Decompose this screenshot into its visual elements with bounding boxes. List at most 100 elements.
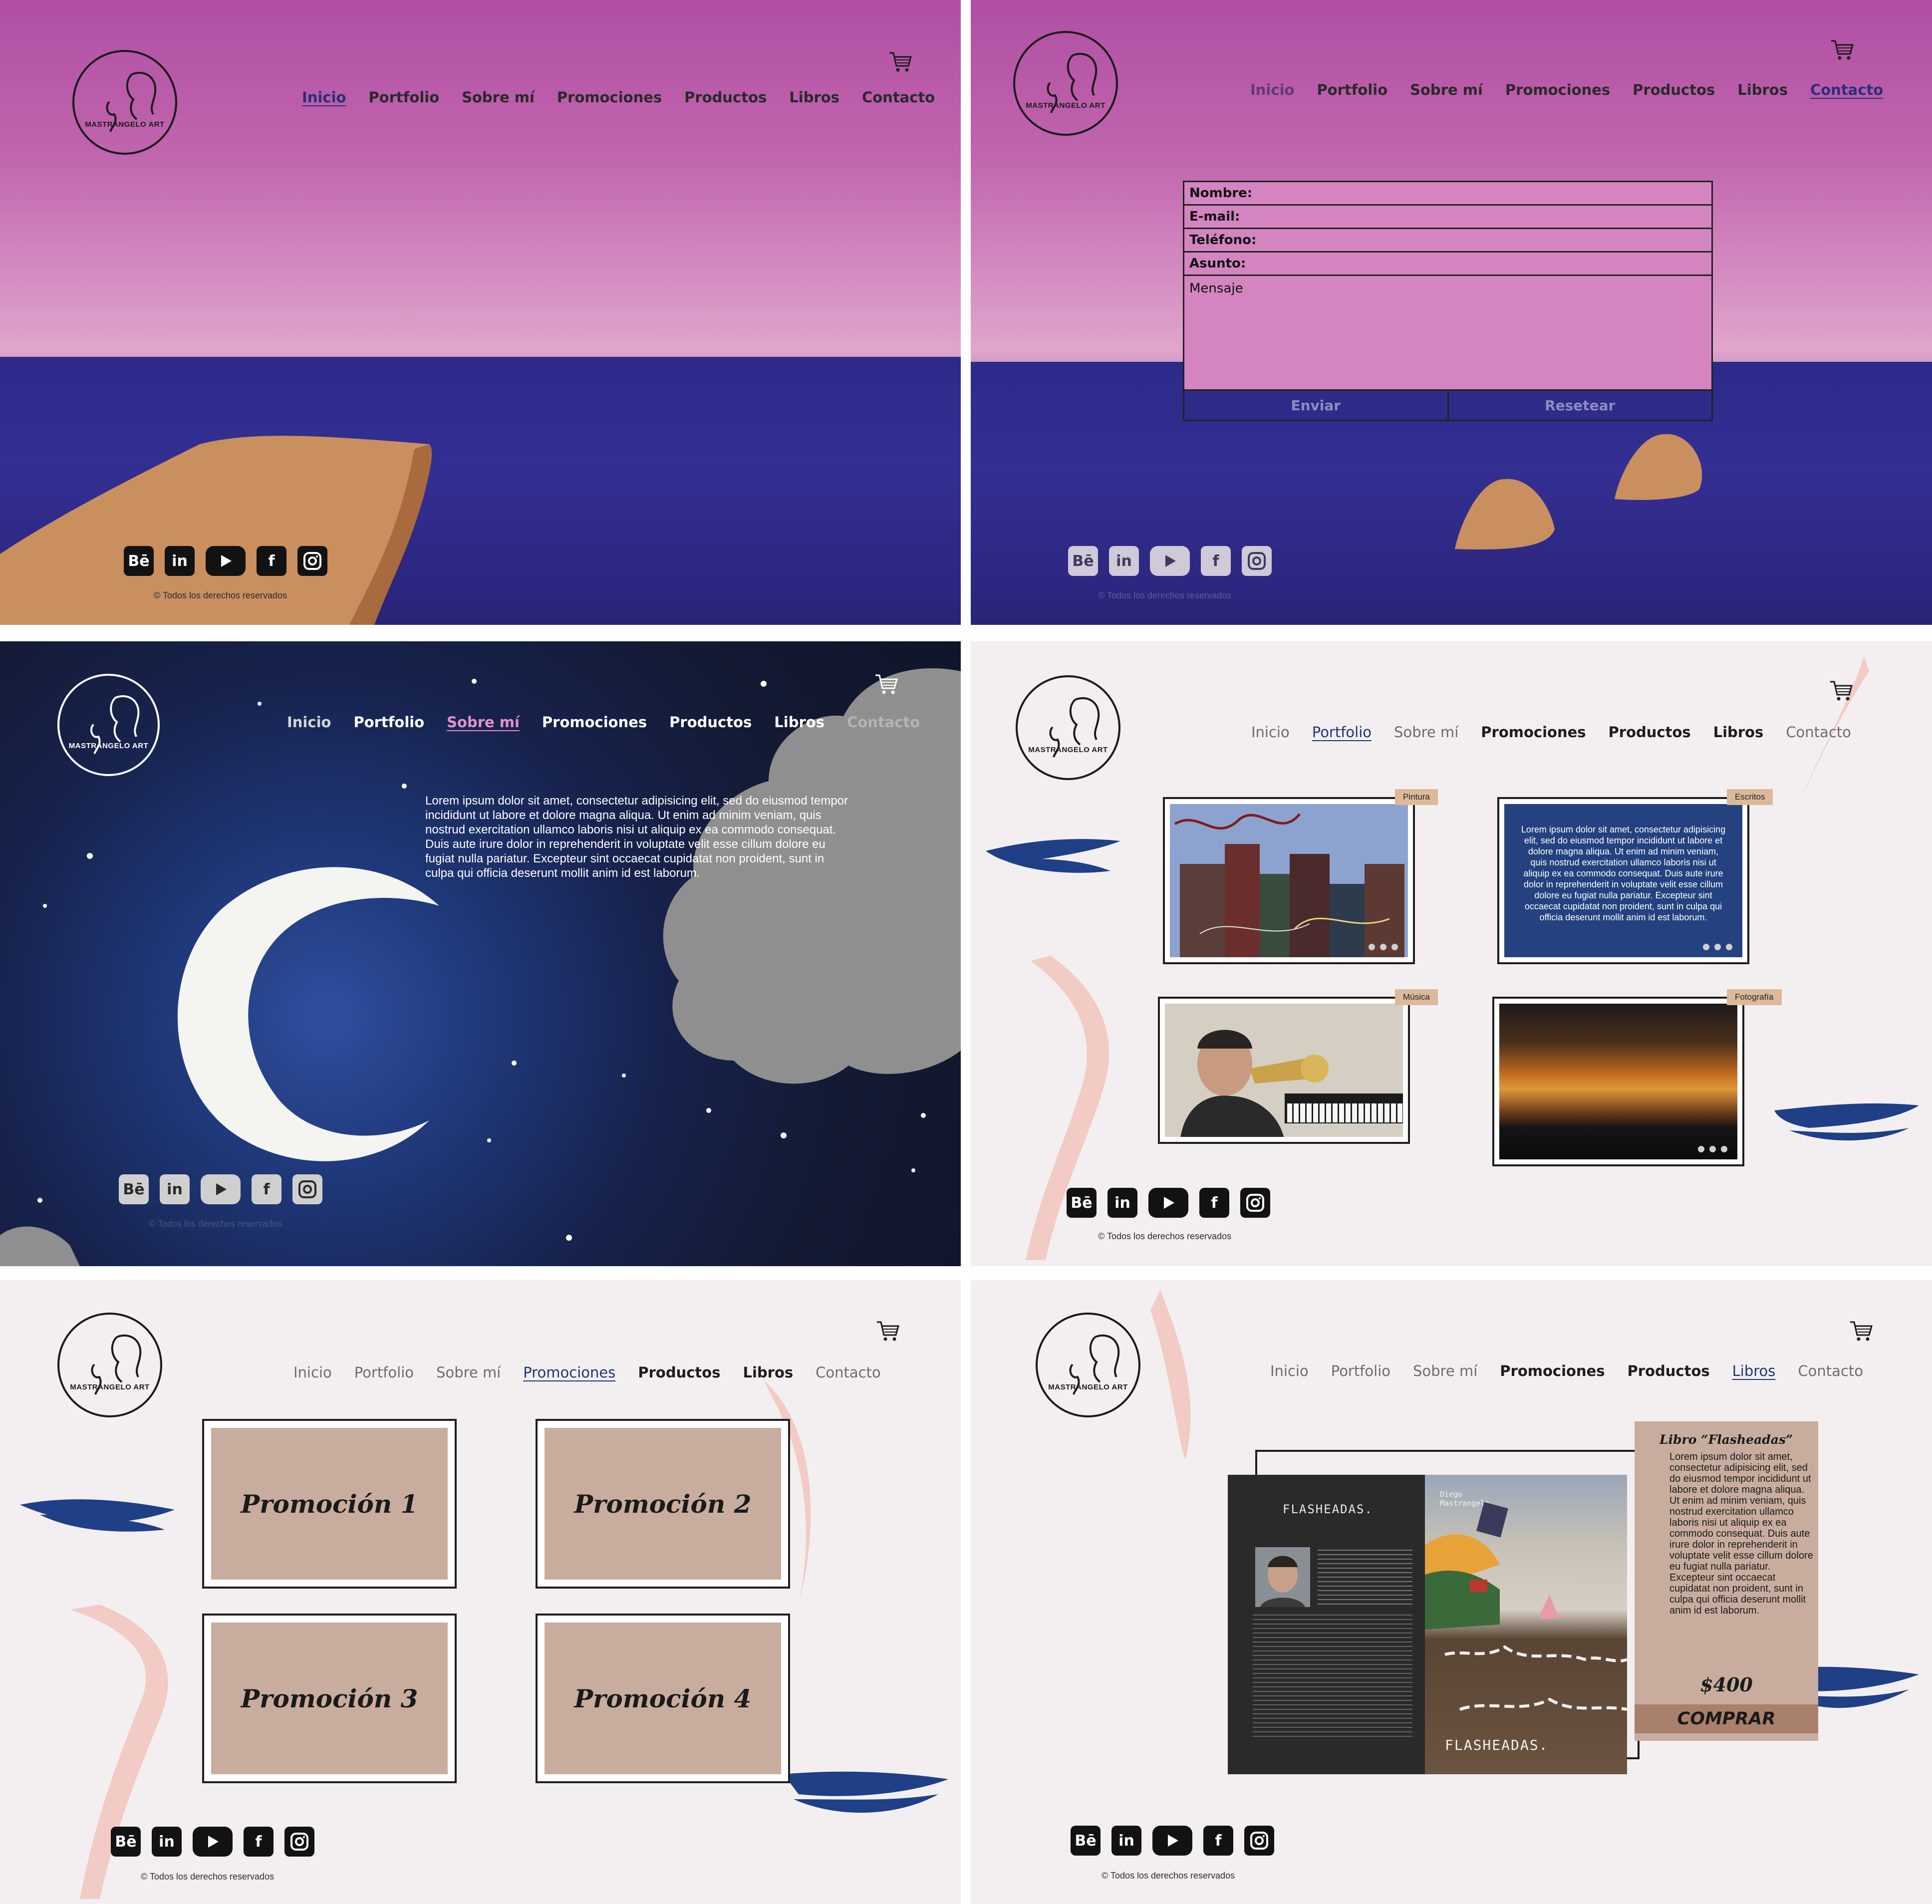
nav-inicio[interactable]: Inicio (1250, 81, 1294, 98)
nav-productos[interactable]: Productos (1609, 724, 1691, 741)
nav-promociones[interactable]: Promociones (523, 1364, 615, 1381)
facebook-icon[interactable]: f (257, 546, 286, 576)
nav-sobre-mi[interactable]: Sobre mí (1413, 1362, 1477, 1379)
nav-promociones[interactable]: Promociones (542, 714, 647, 731)
logo[interactable]: MASTRANGELO ART (72, 50, 177, 155)
behance-icon[interactable]: Bē (124, 546, 154, 576)
behance-icon[interactable]: Bē (1067, 1188, 1097, 1218)
behance-icon[interactable]: Bē (1071, 1826, 1101, 1856)
instagram-icon[interactable] (284, 1827, 314, 1857)
buy-button[interactable]: COMPRAR (1635, 1704, 1818, 1733)
promo-card-3[interactable]: Promoción 3 (202, 1614, 457, 1783)
submit-button[interactable]: Enviar (1184, 391, 1449, 420)
message-field[interactable]: Mensaje (1184, 276, 1711, 391)
facebook-icon[interactable]: f (244, 1827, 274, 1857)
nav-productos[interactable]: Productos (638, 1364, 720, 1381)
youtube-icon[interactable] (201, 1174, 241, 1204)
youtube-icon[interactable] (206, 546, 246, 576)
instagram-icon[interactable] (1244, 1826, 1274, 1856)
linkedin-icon[interactable]: in (165, 546, 195, 576)
portfolio-card-pintura[interactable] (1163, 797, 1415, 964)
behance-icon[interactable]: Bē (119, 1174, 149, 1204)
portfolio-card-escritos[interactable]: Lorem ipsum dolor sit amet, consectetur … (1497, 797, 1749, 964)
cart-icon[interactable] (888, 50, 912, 74)
facebook-icon[interactable]: f (1199, 1188, 1229, 1218)
nav-sobre-mi[interactable]: Sobre mí (462, 89, 535, 106)
facebook-icon[interactable]: f (1201, 546, 1231, 576)
nav-promociones[interactable]: Promociones (1481, 724, 1586, 741)
linkedin-icon[interactable]: in (1109, 546, 1139, 576)
subject-field[interactable]: Asunto: (1184, 253, 1711, 276)
nav-contacto[interactable]: Contacto (847, 714, 920, 731)
nav-contacto[interactable]: Contacto (862, 89, 935, 106)
instagram-icon[interactable] (292, 1174, 322, 1204)
cart-icon[interactable] (1849, 1319, 1873, 1343)
nav-sobre-mi[interactable]: Sobre mí (447, 714, 520, 731)
nav-portfolio[interactable]: Portfolio (354, 1364, 414, 1381)
behance-icon[interactable]: Bē (1068, 546, 1098, 576)
nav-sobre-mi[interactable]: Sobre mí (1394, 724, 1458, 741)
name-field[interactable]: Nombre: (1184, 182, 1711, 206)
nav-contacto[interactable]: Contacto (816, 1364, 881, 1381)
linkedin-icon[interactable]: in (160, 1174, 190, 1204)
nav-libros[interactable]: Libros (743, 1364, 793, 1381)
logo[interactable]: MASTRANGELO ART (1013, 31, 1118, 136)
nav-promociones[interactable]: Promociones (1500, 1362, 1605, 1379)
youtube-icon[interactable] (1152, 1826, 1192, 1856)
youtube-icon[interactable] (1148, 1188, 1188, 1218)
logo[interactable]: MASTRANGELO ART (1036, 1313, 1140, 1417)
phone-field[interactable]: Teléfono: (1184, 229, 1711, 253)
behance-icon[interactable]: Bē (111, 1827, 141, 1857)
instagram-icon[interactable] (297, 546, 327, 576)
nav-portfolio[interactable]: Portfolio (368, 89, 439, 106)
nav-libros[interactable]: Libros (789, 89, 839, 106)
promo-card-1[interactable]: Promoción 1 (202, 1419, 457, 1589)
nav-portfolio[interactable]: Portfolio (1317, 81, 1387, 98)
nav-inicio[interactable]: Inicio (287, 714, 331, 731)
youtube-icon[interactable] (193, 1827, 233, 1857)
linkedin-icon[interactable]: in (1111, 1826, 1141, 1856)
portfolio-card-fotografia[interactable] (1492, 997, 1744, 1166)
portfolio-card-musica[interactable] (1158, 997, 1410, 1144)
nav-libros[interactable]: Libros (774, 714, 825, 731)
nav-productos[interactable]: Productos (1633, 81, 1715, 98)
instagram-icon[interactable] (1240, 1188, 1270, 1218)
instagram-icon[interactable] (1242, 546, 1272, 576)
cart-icon[interactable] (876, 1319, 900, 1343)
nav-sobre-mi[interactable]: Sobre mí (1410, 81, 1483, 98)
linkedin-icon[interactable]: in (1107, 1188, 1137, 1218)
nav-contacto[interactable]: Contacto (1810, 81, 1883, 98)
nav-libros[interactable]: Libros (1713, 724, 1764, 741)
cart-icon[interactable] (1830, 38, 1854, 62)
nav-portfolio[interactable]: Portfolio (353, 714, 424, 731)
nav-inicio[interactable]: Inicio (1270, 1362, 1309, 1379)
logo[interactable]: MASTRANGELO ART (57, 674, 160, 776)
cart-icon[interactable] (1829, 679, 1853, 703)
nav-productos[interactable]: Productos (684, 89, 767, 106)
book-preview[interactable]: FLASHEADAS. Diego Mastrangelo FLASHEADAS… (1228, 1475, 1627, 1774)
nav-productos[interactable]: Productos (1628, 1362, 1710, 1379)
facebook-icon[interactable]: f (252, 1174, 281, 1204)
nav-contacto[interactable]: Contacto (1786, 724, 1851, 741)
nav-promociones[interactable]: Promociones (1505, 81, 1610, 98)
nav-productos[interactable]: Productos (669, 714, 752, 731)
nav-libros[interactable]: Libros (1732, 1362, 1776, 1379)
promo-card-4[interactable]: Promoción 4 (536, 1614, 790, 1783)
nav-libros[interactable]: Libros (1737, 81, 1788, 98)
linkedin-icon[interactable]: in (152, 1827, 182, 1857)
nav-portfolio[interactable]: Portfolio (1331, 1362, 1390, 1379)
reset-button[interactable]: Resetear (1449, 391, 1712, 420)
nav-portfolio[interactable]: Portfolio (1312, 724, 1372, 741)
logo[interactable]: MASTRANGELO ART (1016, 675, 1120, 780)
nav-inicio[interactable]: Inicio (1251, 724, 1290, 741)
nav-inicio[interactable]: Inicio (302, 89, 346, 106)
logo[interactable]: MASTRANGELO ART (57, 1313, 162, 1417)
youtube-icon[interactable] (1150, 546, 1190, 576)
cart-icon[interactable] (874, 672, 898, 696)
nav-promociones[interactable]: Promociones (557, 89, 662, 106)
facebook-icon[interactable]: f (1203, 1826, 1233, 1856)
nav-contacto[interactable]: Contacto (1798, 1362, 1863, 1379)
email-field[interactable]: E-mail: (1184, 206, 1711, 229)
promo-card-2[interactable]: Promoción 2 (536, 1419, 790, 1589)
nav-inicio[interactable]: Inicio (293, 1364, 332, 1381)
